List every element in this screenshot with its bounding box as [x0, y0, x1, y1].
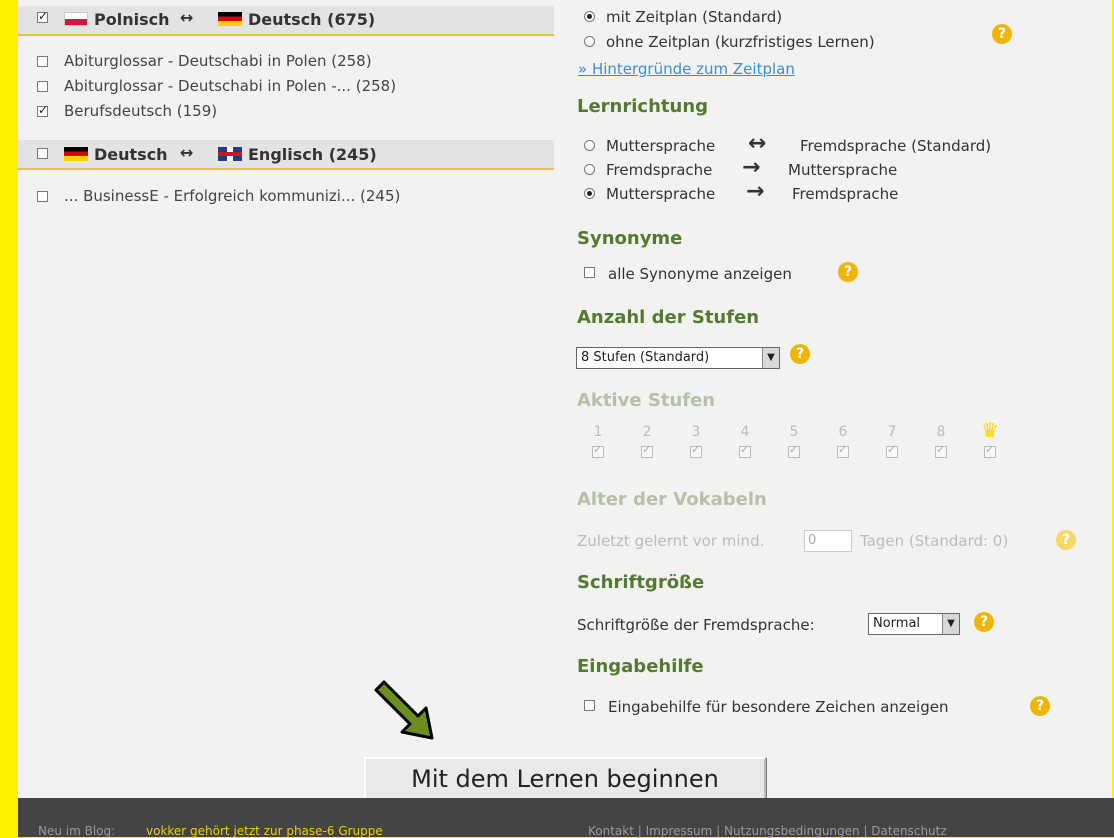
group-label-english-count: Englisch (245) [248, 145, 377, 164]
pointer-arrow-icon [374, 680, 434, 740]
direction-from-label: Muttersprache [606, 137, 716, 155]
step-checkbox [739, 443, 751, 458]
group-label-german: Deutsch [94, 145, 168, 164]
step-number: 6 [838, 424, 848, 440]
step-number: 4 [740, 424, 750, 440]
input-help-checkbox[interactable] [584, 700, 595, 711]
input-help-label: Eingabehilfe für besondere Zeichen anzei… [608, 698, 949, 716]
schedule-radio-without[interactable] [584, 36, 595, 47]
list-checkbox[interactable] [37, 103, 48, 117]
heading-active-levels: Aktive Stufen [577, 390, 716, 411]
synonyms-label: alle Synonyme anzeigen [608, 265, 792, 283]
step-number: 5 [789, 424, 799, 440]
list-item-label[interactable]: ... BusinessE - Erfolgreich kommunizi...… [64, 187, 400, 205]
schedule-option-with-label: mit Zeitplan (Standard) [606, 8, 783, 26]
group-checkbox-german-english[interactable] [37, 148, 48, 159]
levels-dropdown[interactable]: 8 Stufen (Standard) ▼ [576, 347, 780, 369]
direction-to-label: Fremdsprache (Standard) [800, 137, 992, 155]
schedule-radio-with[interactable] [584, 11, 595, 22]
bidirectional-arrow-icon: ↔ [180, 143, 194, 162]
help-icon[interactable]: ? [992, 24, 1012, 44]
direction-to-label: Muttersprache [788, 161, 898, 179]
footer: Neu im Blog: vokker gehört jetzt zur pha… [18, 798, 1114, 838]
font-size-label: Schriftgröße der Fremdsprache: [577, 616, 815, 634]
age-prefix-label: Zuletzt gelernt vor mind. [577, 532, 765, 550]
germany-flag-icon [64, 147, 88, 161]
step-checkbox [690, 443, 702, 458]
step-checkbox [886, 443, 898, 458]
step-number: 8 [936, 424, 946, 440]
schedule-background-link[interactable]: » Hintergründe zum Zeitplan [578, 60, 795, 78]
list-item-label[interactable]: Abiturglossar - Deutschabi in Polen -...… [64, 77, 396, 95]
age-days-input: 0 [804, 530, 852, 552]
germany-flag-icon [218, 12, 242, 26]
help-icon[interactable]: ? [974, 612, 994, 632]
step-checkbox [837, 443, 849, 458]
levels-dropdown-value: 8 Stufen (Standard) [581, 350, 710, 365]
synonyms-checkbox[interactable] [584, 267, 595, 278]
footer-news-prefix: Neu im Blog: [38, 824, 116, 838]
direction-radio-foreign-to-native[interactable] [584, 164, 595, 175]
heading-font-size: Schriftgröße [577, 572, 705, 593]
direction-radio-native-to-foreign[interactable] [584, 188, 595, 199]
step-number: 2 [642, 424, 652, 440]
step-checkbox [641, 443, 653, 458]
list-checkbox[interactable] [37, 56, 48, 67]
uk-flag-icon [218, 147, 242, 161]
start-learning-button[interactable]: Mit dem Lernen beginnen [364, 757, 766, 801]
direction-from-label: Fremdsprache [606, 161, 713, 179]
list-checkbox[interactable] [37, 191, 48, 202]
schedule-option-without-label: ohne Zeitplan (kurzfristiges Lernen) [606, 33, 875, 51]
list-checkbox[interactable] [37, 81, 48, 92]
step-checkbox [935, 443, 947, 458]
heading-synonyms: Synonyme [577, 228, 683, 249]
footer-links[interactable]: Kontakt | Impressum | Nutzungsbedingunge… [588, 824, 947, 838]
step-checkbox [984, 443, 996, 458]
crown-icon: ♛ [981, 418, 999, 442]
heading-direction: Lernrichtung [577, 96, 709, 117]
list-item-label[interactable]: Abiturglossar - Deutschabi in Polen (258… [64, 52, 372, 70]
group-checkbox-polish-german[interactable] [37, 9, 48, 23]
chevron-down-icon: ▼ [762, 348, 779, 368]
help-icon[interactable]: ? [790, 344, 810, 364]
step-checkbox [592, 443, 604, 458]
right-arrow-icon: → [746, 179, 765, 204]
step-number: 3 [691, 424, 701, 440]
direction-from-label: Muttersprache [606, 185, 716, 203]
group-label-german-count: Deutsch (675) [248, 10, 376, 29]
heading-vocab-age: Alter der Vokabeln [577, 489, 767, 510]
bidirectional-arrow-icon: ↔ [748, 131, 767, 156]
step-number: 1 [593, 424, 603, 440]
step-number: 7 [887, 424, 897, 440]
direction-radio-bidirectional[interactable] [584, 140, 595, 151]
heading-levels: Anzahl der Stufen [577, 307, 760, 328]
heading-input-help: Eingabehilfe [577, 656, 704, 677]
direction-to-label: Fremdsprache [792, 185, 899, 203]
group-label-polish: Polnisch [94, 10, 170, 29]
bidirectional-arrow-icon: ↔ [180, 8, 194, 27]
age-suffix-label: Tagen (Standard: 0) [860, 532, 1009, 550]
right-arrow-icon: → [742, 155, 761, 180]
chevron-down-icon: ▼ [942, 614, 959, 634]
list-item-label[interactable]: Berufsdeutsch (159) [64, 102, 217, 120]
help-icon[interactable]: ? [1056, 530, 1076, 550]
help-icon[interactable]: ? [1030, 696, 1050, 716]
font-size-dropdown[interactable]: Normal ▼ [868, 613, 960, 635]
poland-flag-icon [64, 12, 88, 26]
font-size-dropdown-value: Normal [873, 616, 921, 631]
footer-news-link[interactable]: vokker gehört jetzt zur phase-6 Gruppe [146, 824, 383, 838]
help-icon[interactable]: ? [838, 262, 858, 282]
step-checkbox [788, 443, 800, 458]
